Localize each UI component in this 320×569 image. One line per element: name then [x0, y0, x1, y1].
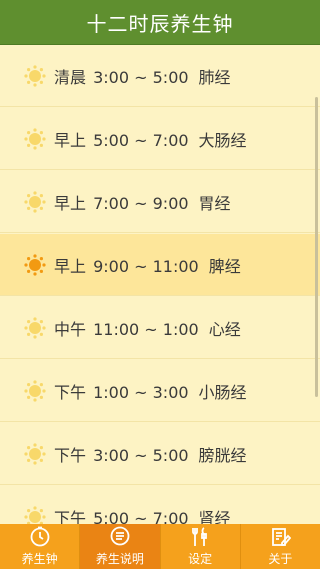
sun-icon	[24, 316, 46, 339]
tab-label: 养生钟	[21, 552, 58, 566]
period-text: 早上	[54, 193, 87, 213]
list-item[interactable]: 下午 3:00 ~ 5:00 膀胱经	[0, 423, 320, 485]
time-range: 1:00 ~ 3:00	[93, 382, 189, 402]
time-range: 5:00 ~ 7:00	[93, 130, 189, 150]
period-text: 清晨	[54, 67, 87, 87]
list-item[interactable]: 早上 5:00 ~ 7:00 大肠经	[0, 108, 320, 170]
tab-settings[interactable]: 设定	[161, 524, 241, 569]
list-item-label: 下午 5:00 ~ 7:00 肾经	[54, 505, 231, 525]
list-bubble-icon	[110, 526, 130, 546]
list-item[interactable]: 清晨 3:00 ~ 5:00 肺经	[0, 45, 320, 107]
period-text: 下午	[54, 382, 87, 402]
tab-clock[interactable]: 养生钟	[0, 524, 81, 569]
list-scrollbar[interactable]	[315, 97, 318, 397]
meridian-name: 膀胱经	[198, 445, 247, 465]
sun-icon	[24, 442, 46, 465]
list-item[interactable]: 中午 11:00 ~ 1:00 心经	[0, 297, 320, 359]
meridian-name: 脾经	[208, 256, 241, 276]
sun-icon	[24, 64, 46, 87]
page-title: 十二时辰养生钟	[86, 11, 234, 36]
meridian-name: 大肠经	[198, 130, 247, 150]
meridian-name: 肺经	[198, 67, 231, 87]
time-period-list[interactable]: 清晨 3:00 ~ 5:00 肺经 早上 5:00 ~ 7:00 大肠经 早上 7:…	[0, 45, 320, 524]
time-range: 9:00 ~ 11:00	[93, 256, 199, 276]
list-item-label: 中午 11:00 ~ 1:00 心经	[54, 316, 241, 340]
list-item-label: 清晨 3:00 ~ 5:00 肺经	[54, 64, 231, 88]
list-item-label: 早上 7:00 ~ 9:00 胃经	[54, 190, 231, 214]
clock-icon	[30, 526, 50, 547]
tools-icon	[192, 527, 208, 546]
list-item[interactable]: 早上 7:00 ~ 9:00 胃经	[0, 171, 320, 233]
sun-icon	[24, 190, 46, 213]
meridian-name: 心经	[208, 319, 241, 339]
time-range: 3:00 ~ 5:00	[93, 67, 189, 87]
sun-icon	[24, 505, 46, 524]
list-item-active[interactable]: 早上 9:00 ~ 11:00 脾经	[0, 234, 320, 296]
sun-icon	[24, 253, 46, 276]
period-text: 中午	[54, 319, 87, 339]
sun-icon	[24, 127, 46, 150]
period-text: 早上	[54, 130, 87, 150]
tab-label: 养生说明	[95, 552, 144, 566]
time-range: 3:00 ~ 5:00	[93, 445, 189, 465]
list-item[interactable]: 下午 5:00 ~ 7:00 肾经	[0, 486, 320, 524]
tab-about[interactable]: 关于	[241, 524, 320, 569]
meridian-name: 肾经	[198, 508, 231, 525]
list-item-label: 早上 9:00 ~ 11:00 脾经	[54, 253, 241, 277]
list-item-label: 下午 3:00 ~ 5:00 膀胱经	[54, 442, 247, 466]
period-text: 下午	[54, 445, 87, 465]
period-text: 下午	[54, 508, 87, 525]
bottom-tab-bar: 养生钟 养生说明 设定 关于	[0, 524, 320, 569]
app-title-bar: 十二时辰养生钟	[0, 0, 320, 45]
document-edit-icon	[272, 528, 292, 546]
time-range: 11:00 ~ 1:00	[93, 319, 199, 339]
list-item-label: 早上 5:00 ~ 7:00 大肠经	[54, 127, 247, 151]
sun-icon	[24, 379, 46, 402]
period-text: 早上	[54, 256, 87, 276]
time-range: 7:00 ~ 9:00	[93, 193, 189, 213]
tab-label: 关于	[268, 552, 293, 566]
list-item[interactable]: 下午 1:00 ~ 3:00 小肠经	[0, 360, 320, 422]
meridian-name: 胃经	[198, 193, 231, 213]
meridian-name: 小肠经	[198, 382, 247, 402]
tab-label: 设定	[188, 552, 213, 566]
time-range: 5:00 ~ 7:00	[93, 508, 189, 525]
tab-instructions[interactable]: 养生说明	[80, 524, 161, 569]
list-item-label: 下午 1:00 ~ 3:00 小肠经	[54, 379, 247, 403]
